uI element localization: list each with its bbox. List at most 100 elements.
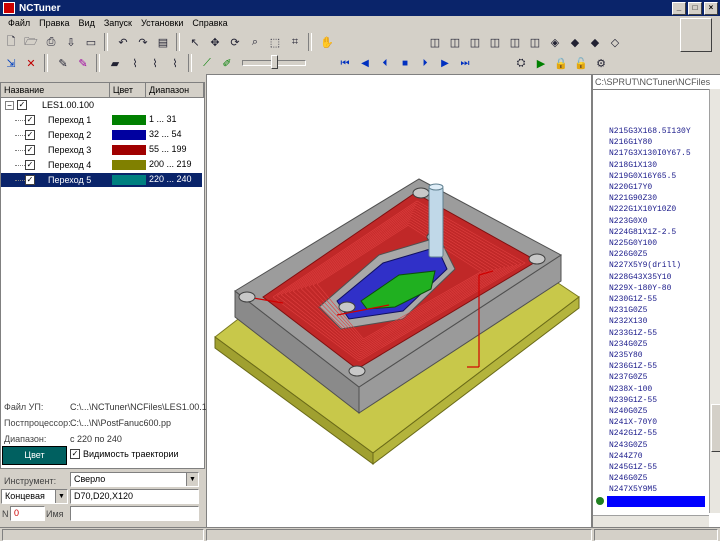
code-hscrollbar[interactable] (593, 515, 709, 527)
pencil-icon[interactable]: ✐ (218, 54, 236, 72)
settings-icon[interactable]: ⚙ (592, 54, 610, 72)
code-line[interactable]: N239G1Z-55 (609, 396, 657, 405)
menu-edit[interactable]: Правка (39, 18, 69, 28)
measure-icon[interactable]: ⟋ (198, 54, 216, 72)
tool-icon[interactable]: ⌇ (146, 54, 164, 72)
fast-forward-icon[interactable]: ⏭ (456, 54, 474, 72)
code-line[interactable]: N216G1Y80 (609, 138, 652, 147)
pan-icon[interactable]: ✥ (206, 33, 224, 51)
code-line[interactable]: N245G1Z-55 (609, 463, 657, 472)
code-line[interactable]: N221G90Z30 (609, 194, 657, 203)
redo-icon[interactable]: ↷ (134, 33, 152, 51)
view-left-icon[interactable]: ◫ (466, 33, 484, 51)
speed-slider[interactable] (242, 55, 306, 69)
operation-checkbox[interactable]: ✓ (25, 130, 35, 140)
name-input[interactable] (70, 506, 199, 521)
operation-checkbox[interactable]: ✓ (25, 175, 35, 185)
code-line[interactable]: N227X5Y9(drill) (609, 261, 681, 270)
code-line[interactable]: N228G43X35Y10 (609, 273, 671, 282)
color-button[interactable]: Цвет (2, 446, 67, 465)
menu-run[interactable]: Запуск (104, 18, 132, 28)
operation-row[interactable]: ✓ Переход 5 220 ... 240 (1, 173, 202, 187)
code-line[interactable]: N223G0X0 (609, 217, 647, 226)
chevron-down-icon[interactable]: ▼ (186, 473, 198, 486)
code-line[interactable]: N232X130 (609, 317, 647, 326)
fit-icon[interactable]: ⌗ (286, 33, 304, 51)
shade-edges-icon[interactable]: ◆ (586, 33, 604, 51)
code-line[interactable]: N236G1Z-55 (609, 362, 657, 371)
workpiece-icon[interactable]: ▰ (106, 54, 124, 72)
speed-slider-knob[interactable] (271, 55, 278, 69)
operation-color-swatch[interactable] (112, 130, 146, 140)
operation-row[interactable]: ✓ Переход 1 1 ... 31 (1, 113, 202, 127)
column-range[interactable]: Диапазон (146, 83, 205, 97)
stop-icon[interactable]: ■ (396, 54, 414, 72)
rotate-icon[interactable]: ⟳ (226, 33, 244, 51)
code-line[interactable]: N225G0Y100 (609, 239, 657, 248)
zoom-icon[interactable]: ⌕ (246, 33, 264, 51)
mode-select[interactable]: Концевая ▼ (1, 489, 68, 504)
code-line[interactable]: N233G1Z-55 (609, 329, 657, 338)
prev-icon[interactable]: ⏴ (376, 54, 394, 72)
step-back-icon[interactable]: ◀ (356, 54, 374, 72)
tool-select[interactable]: Сверло ▼ (70, 472, 199, 487)
path-edit-icon[interactable]: ⌇ (166, 54, 184, 72)
visibility-checkbox[interactable]: ✓ (70, 449, 80, 459)
part-model[interactable] (207, 75, 591, 527)
code-line[interactable]: N215G3X168.5I130Y (609, 127, 691, 136)
code-scrollbar[interactable] (709, 89, 720, 513)
maximize-button[interactable]: □ (688, 2, 702, 15)
run-icon[interactable]: ▶ (532, 54, 550, 72)
view-bottom-icon[interactable]: ◫ (526, 33, 544, 51)
code-line[interactable]: N230G1Z-55 (609, 295, 657, 304)
code-line[interactable]: N238X-100 (609, 385, 652, 394)
chevron-down-icon[interactable]: ▼ (55, 490, 67, 503)
operation-checkbox[interactable]: ✓ (25, 145, 35, 155)
code-line[interactable]: N240G0Z5 (609, 407, 647, 416)
coords-input[interactable]: D70,D20,X120 (70, 489, 199, 504)
scroll-thumb[interactable] (711, 404, 720, 452)
view-back-icon[interactable]: ◫ (446, 33, 464, 51)
select-cursor-icon[interactable]: ↖ (186, 33, 204, 51)
root-checkbox[interactable]: ✓ (17, 100, 27, 110)
tree-root[interactable]: − ✓ LES1.00.100 (1, 98, 202, 112)
operation-color-swatch[interactable] (112, 145, 146, 155)
lock-icon[interactable]: 🔒 (552, 54, 570, 72)
code-line[interactable]: N226G0Z5 (609, 250, 647, 259)
export-icon[interactable]: ⇩ (62, 33, 80, 51)
wireframe-icon[interactable]: ◇ (606, 33, 624, 51)
palette-icon[interactable]: ✎ (74, 54, 92, 72)
new-file-icon[interactable]: 🗋 (2, 33, 20, 51)
code-line[interactable]: N229X-180Y-80 (609, 284, 671, 293)
page-icon[interactable]: ▭ (82, 33, 100, 51)
operation-row[interactable]: ✓ Переход 2 32 ... 54 (1, 128, 202, 142)
unlock-icon[interactable]: 🔓 (572, 54, 590, 72)
view-iso-icon[interactable]: ◈ (546, 33, 564, 51)
zoom-window-icon[interactable]: ⬚ (266, 33, 284, 51)
code-line[interactable]: N235Y80 (609, 351, 643, 360)
code-line[interactable]: N244Z70 (609, 452, 643, 461)
operation-color-swatch[interactable] (112, 175, 146, 185)
next-icon[interactable]: ⏵ (416, 54, 434, 72)
code-line[interactable]: N243G0Z5 (609, 441, 647, 450)
code-line[interactable]: N241X-70Y0 (609, 418, 657, 427)
collapse-icon[interactable]: − (5, 100, 14, 110)
hand-icon[interactable]: ✋ (318, 33, 336, 51)
minimize-button[interactable]: _ (672, 2, 686, 15)
print-icon[interactable]: ▤ (154, 33, 172, 51)
code-line[interactable]: N220G17Y0 (609, 183, 652, 192)
operation-row[interactable]: ✓ Переход 4 200 ... 219 (1, 158, 202, 172)
code-line[interactable]: N231G0Z5 (609, 306, 647, 315)
column-name[interactable]: Название (1, 83, 110, 97)
import-icon[interactable]: ⇲ (2, 54, 20, 72)
code-line[interactable]: N217G3X130I0Y67.5 (609, 149, 691, 158)
code-line[interactable]: N237G0Z5 (609, 373, 647, 382)
code-line[interactable]: N222G1X10Y10Z0 (609, 205, 676, 214)
view-right-icon[interactable]: ◫ (486, 33, 504, 51)
operation-row[interactable]: ✓ Переход 3 55 ... 199 (1, 143, 202, 157)
code-line[interactable]: N247X5Y9M5 (609, 485, 657, 494)
operation-checkbox[interactable]: ✓ (25, 160, 35, 170)
menu-settings[interactable]: Установки (141, 18, 183, 28)
delete-icon[interactable]: ✕ (22, 54, 40, 72)
menu-file[interactable]: Файл (8, 18, 30, 28)
